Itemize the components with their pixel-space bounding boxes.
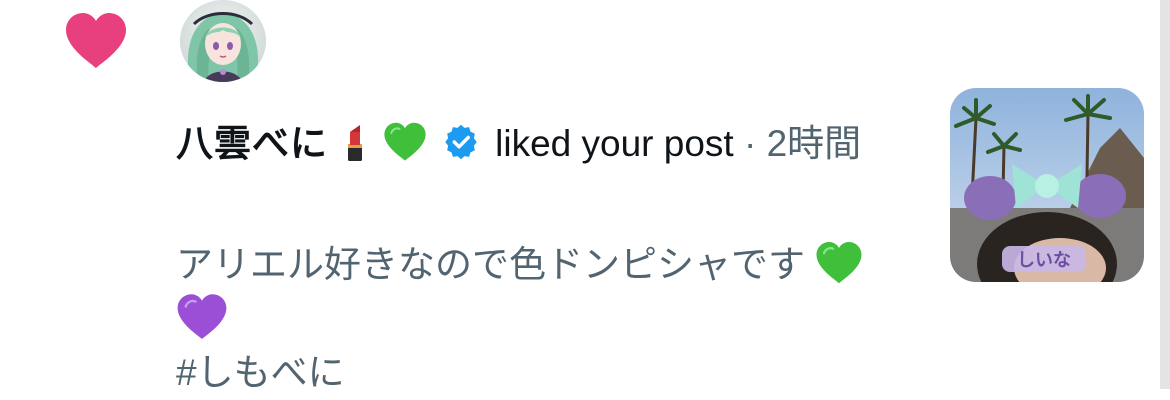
scrollbar[interactable] bbox=[1160, 0, 1170, 389]
like-notification[interactable]: 八雲べに liked your post · 2時間 アリエル好きなので色ドンピ… bbox=[0, 0, 1170, 393]
green-heart-emoji bbox=[383, 122, 426, 161]
timestamp: 2時間 bbox=[766, 123, 862, 164]
heart-icon bbox=[66, 13, 126, 68]
post-thumbnail[interactable]: しいな bbox=[950, 88, 1144, 282]
purple-heart-emoji bbox=[177, 294, 227, 340]
avatar-image bbox=[180, 0, 266, 82]
action-text: liked your post bbox=[495, 123, 734, 164]
post-thumbnail-image: しいな bbox=[950, 88, 1144, 282]
lipstick-emoji bbox=[348, 125, 363, 162]
post-text-block: アリエル好きなので色ドンピシャです #しもべに bbox=[176, 238, 916, 400]
separator: · bbox=[743, 123, 757, 164]
verified-badge-icon bbox=[445, 124, 477, 160]
notification-headline: 八雲べに liked your post · 2時間 bbox=[176, 120, 916, 168]
hashtag[interactable]: #しもべに bbox=[176, 346, 916, 400]
svg-text:しいな: しいな bbox=[1017, 250, 1071, 271]
username[interactable]: 八雲べに bbox=[176, 123, 328, 164]
green-heart-emoji bbox=[816, 242, 862, 284]
post-text: アリエル好きなので色ドンピシャです bbox=[176, 244, 805, 285]
avatar[interactable] bbox=[180, 0, 266, 82]
